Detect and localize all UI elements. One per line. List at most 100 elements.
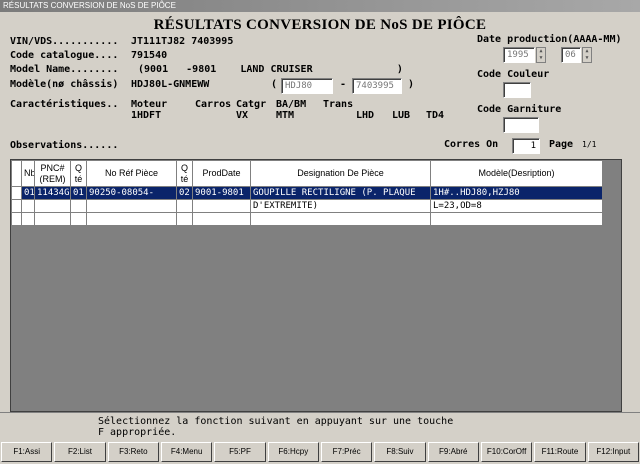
col-header-modele[interactable]: Modèle(Desription) bbox=[430, 160, 603, 187]
vin-label: VIN/VDS........... bbox=[10, 36, 119, 47]
table-row[interactable] bbox=[11, 212, 603, 226]
row-selector[interactable] bbox=[11, 186, 22, 200]
catalogue-label: Code catalogue.... bbox=[10, 50, 119, 61]
function-key-bar: F1:Assi F2:List F3:Reto F4:Menu F5:PF F6:Hcpy… bbox=[0, 440, 640, 464]
fkey-button-f5[interactable]: F5:PF bbox=[214, 442, 266, 462]
char-td4: TD4 bbox=[426, 110, 445, 121]
chassis-field-2[interactable]: 7403995 bbox=[352, 78, 402, 94]
results-table: Nb PNC# (REM) Q té No Réf Pièce Q té Pro… bbox=[11, 160, 603, 226]
year-spinner[interactable]: ▲ ▼ bbox=[536, 47, 546, 63]
spin-up-icon[interactable]: ▲ bbox=[537, 48, 545, 55]
cell-qte2[interactable]: 02 bbox=[176, 186, 193, 200]
page-title: RÉSULTATS CONVERSION DE NoS DE PIÔCE bbox=[153, 17, 487, 33]
modele-paren-open: ( bbox=[271, 79, 278, 90]
corres-label: Corres On bbox=[444, 139, 499, 150]
cell-qte2[interactable] bbox=[176, 212, 193, 226]
carros-label: Carros bbox=[195, 99, 232, 110]
trans-label: Trans bbox=[323, 99, 354, 110]
modele-paren-close: ) bbox=[408, 79, 415, 90]
cell-modele[interactable]: L=23,OD=8 bbox=[430, 199, 603, 213]
spin-down-icon[interactable]: ▼ bbox=[583, 55, 591, 62]
page-label: Page bbox=[549, 139, 574, 150]
model-name-label: Model Name........ bbox=[10, 64, 119, 75]
babm-value: MTM bbox=[276, 110, 295, 121]
corres-field[interactable]: 1 bbox=[512, 138, 540, 154]
window-title: RÉSULTATS CONVERSION DE NoS DE PIÔCE bbox=[3, 1, 176, 10]
cell-designation[interactable] bbox=[250, 212, 431, 226]
page-value: 1/1 bbox=[582, 140, 597, 149]
code-garniture-field[interactable] bbox=[503, 117, 539, 133]
col-header-qte1[interactable]: Q té bbox=[70, 160, 87, 187]
date-production-label: Date production(AAAA-MM) bbox=[477, 34, 622, 45]
modele-label: Modèle(nø châssis) bbox=[10, 79, 119, 90]
model-name-value: (9001 -9801 LAND CRUISER ) bbox=[138, 64, 403, 75]
spin-down-icon[interactable]: ▼ bbox=[537, 55, 545, 62]
year-field[interactable]: 1995 bbox=[503, 47, 535, 63]
cell-pnc[interactable] bbox=[34, 199, 71, 213]
fkey-button-f11[interactable]: F11:Route bbox=[534, 442, 586, 462]
cell-designation[interactable]: D'EXTREMITE) bbox=[250, 199, 431, 213]
fkey-button-f10[interactable]: F10:CorOff bbox=[480, 442, 533, 462]
fkey-button-f2[interactable]: F2:List bbox=[54, 442, 106, 462]
modele-value: HDJ80L-GNMEWW bbox=[131, 79, 210, 90]
moteur-value: 1HDFT bbox=[131, 110, 162, 121]
cell-nb[interactable] bbox=[21, 212, 35, 226]
col-header-designation[interactable]: Designation De Pièce bbox=[250, 160, 431, 187]
main-panel: RÉSULTATS CONVERSION DE NoS DE PIÔCE VIN… bbox=[0, 12, 640, 412]
row-selector[interactable] bbox=[11, 212, 22, 226]
month-spinner[interactable]: ▲ ▼ bbox=[582, 47, 592, 63]
row-selector-header bbox=[11, 160, 22, 187]
col-header-ref[interactable]: No Réf Pièce bbox=[86, 160, 177, 187]
window-title-bar: RÉSULTATS CONVERSION DE NoS DE PIÔCE bbox=[0, 0, 640, 12]
cell-ref[interactable] bbox=[86, 212, 177, 226]
char-lub: LUB bbox=[392, 110, 411, 121]
fkey-button-f8[interactable]: F8:Suiv bbox=[374, 442, 426, 462]
char-lhd: LHD bbox=[356, 110, 375, 121]
col-header-nb[interactable]: Nb bbox=[21, 160, 35, 187]
cell-proddate[interactable] bbox=[192, 199, 251, 213]
fkey-button-f6[interactable]: F6:Hcpy bbox=[267, 442, 319, 462]
status-bar: Sélectionnez la fonction suivant en appu… bbox=[0, 412, 640, 440]
col-header-proddate[interactable]: ProdDate bbox=[192, 160, 251, 187]
fkey-button-f9[interactable]: F9:Abré bbox=[427, 442, 479, 462]
catgr-value: VX bbox=[236, 110, 249, 121]
month-field[interactable]: 06 bbox=[561, 47, 581, 63]
cell-pnc[interactable] bbox=[34, 212, 71, 226]
vin-value: JT111TJ82 7403995 bbox=[131, 36, 234, 47]
cell-nb[interactable]: 01 bbox=[21, 186, 35, 200]
cell-proddate[interactable]: 9001-9801 bbox=[192, 186, 251, 200]
cell-ref[interactable] bbox=[86, 199, 177, 213]
table-row[interactable]: D'EXTREMITE) L=23,OD=8 bbox=[11, 199, 603, 213]
chassis-field-1[interactable]: HDJ80 bbox=[281, 78, 333, 94]
row-selector[interactable] bbox=[11, 199, 22, 213]
spin-up-icon[interactable]: ▲ bbox=[583, 48, 591, 55]
results-grid[interactable]: Nb PNC# (REM) Q té No Réf Pièce Q té Pro… bbox=[10, 159, 622, 412]
cell-qte1[interactable] bbox=[70, 212, 87, 226]
code-couleur-field[interactable] bbox=[503, 82, 531, 98]
cell-pnc[interactable]: 11434G bbox=[34, 186, 71, 200]
code-garniture-label: Code Garniture bbox=[477, 104, 562, 115]
col-header-pnc[interactable]: PNC# (REM) bbox=[34, 160, 71, 187]
cell-modele[interactable]: 1H#..HDJ80,HZJ80 bbox=[430, 186, 603, 200]
fkey-button-f4[interactable]: F4:Menu bbox=[160, 442, 213, 462]
cell-designation[interactable]: GOUPILLE RECTILIGNE (P. PLAQUE bbox=[250, 186, 431, 200]
caracteristiques-label: Caractéristiques.. bbox=[10, 99, 119, 110]
cell-qte2[interactable] bbox=[176, 199, 193, 213]
fkey-button-f1[interactable]: F1:Assi bbox=[1, 442, 53, 462]
table-row[interactable]: 01 11434G 01 90250-08054- 02 9001-9801 GOUPILL… bbox=[11, 186, 603, 200]
cell-ref[interactable]: 90250-08054- bbox=[86, 186, 177, 200]
cell-nb[interactable] bbox=[21, 199, 35, 213]
fkey-button-f12[interactable]: F12:Input bbox=[587, 442, 639, 462]
cell-proddate[interactable] bbox=[192, 212, 251, 226]
table-header-row: Nb PNC# (REM) Q té No Réf Pièce Q té Pro… bbox=[11, 160, 603, 187]
col-header-qte2[interactable]: Q té bbox=[176, 160, 193, 187]
catalogue-value: 791540 bbox=[131, 50, 168, 61]
cell-modele[interactable] bbox=[430, 212, 603, 226]
fkey-button-f3[interactable]: F3:Reto bbox=[107, 442, 159, 462]
observations-label: Observations...... bbox=[10, 140, 119, 151]
fkey-button-f7[interactable]: F7:Préc bbox=[320, 442, 373, 462]
cell-qte1[interactable]: 01 bbox=[70, 186, 87, 200]
status-line-2: F appropriée. bbox=[98, 427, 177, 438]
code-couleur-label: Code Couleur bbox=[477, 69, 550, 80]
cell-qte1[interactable] bbox=[70, 199, 87, 213]
